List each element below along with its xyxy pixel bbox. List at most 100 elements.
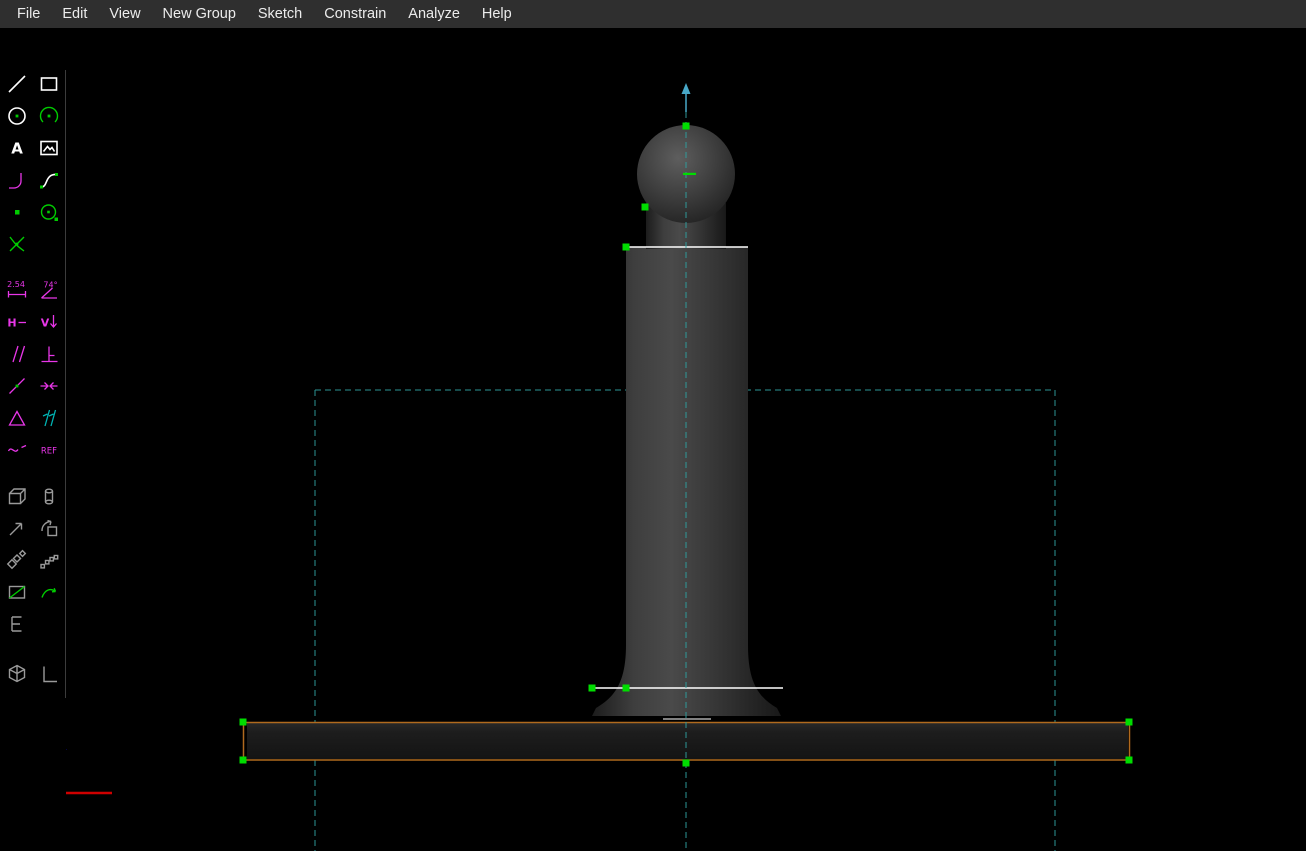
constrain-vertical[interactable]: V [33, 306, 65, 338]
constrain-distance[interactable]: 2.54 [1, 274, 33, 306]
perpendicular-constraint-icon [37, 342, 61, 366]
menu-edit[interactable]: Edit [51, 0, 98, 28]
split-curves-icon [5, 232, 29, 256]
equal-constraint-icon [5, 406, 29, 430]
menu-constrain[interactable]: Constrain [313, 0, 397, 28]
point-flare-left-outer[interactable] [589, 685, 596, 692]
tool-construction[interactable] [33, 196, 65, 228]
menu-new-group[interactable]: New Group [152, 0, 247, 28]
arc-icon [37, 104, 61, 128]
rectangle-icon [37, 72, 61, 96]
point-base-bottom-center[interactable] [683, 760, 690, 767]
extrude-icon [5, 484, 29, 508]
translate-group-icon [5, 516, 29, 540]
svg-text:H: H [7, 317, 16, 330]
constrain-ratio[interactable] [1, 434, 33, 466]
svg-text:2.54: 2.54 [7, 280, 25, 289]
tool-tangent-arc[interactable] [1, 164, 33, 196]
point-cylinder-top-left[interactable] [623, 244, 630, 251]
group-link[interactable] [1, 608, 33, 640]
lathe-icon [37, 484, 61, 508]
text-tool-icon: A [5, 136, 29, 160]
group-step-translate[interactable] [1, 544, 33, 576]
left-toolbar: A 2.54 74° H V [0, 28, 66, 851]
toolbar-section-constraints: 2.54 74° H V REF [0, 274, 66, 466]
workplane-y-arrow [682, 83, 691, 112]
menu-sketch[interactable]: Sketch [247, 0, 313, 28]
tool-datum-point[interactable] [1, 196, 33, 228]
constrain-point-on-line[interactable] [1, 370, 33, 402]
base-plate-face[interactable] [247, 723, 1128, 759]
link-icon [5, 612, 29, 636]
group-rotate[interactable] [33, 512, 65, 544]
point-base-top-left[interactable] [240, 719, 247, 726]
point-base-top-right[interactable] [1126, 719, 1133, 726]
constrain-parallel-normal[interactable] [33, 402, 65, 434]
tool-split-curves[interactable] [1, 228, 33, 260]
group-extrude[interactable] [1, 480, 33, 512]
point-sphere-center-tick[interactable] [683, 173, 696, 175]
point-sphere-top[interactable] [683, 123, 690, 130]
distance-constraint-icon: 2.54 [5, 278, 29, 302]
datum-point-icon [5, 200, 29, 224]
tool-rectangle[interactable] [33, 68, 65, 100]
svg-text:74°: 74° [43, 281, 57, 290]
construction-icon [37, 200, 61, 224]
toolbar-section-views [0, 658, 66, 690]
line-segment-icon [5, 72, 29, 96]
constrain-symmetric[interactable] [33, 370, 65, 402]
sketch-in-plane-icon [5, 580, 29, 604]
menu-file[interactable]: File [6, 0, 51, 28]
ratio-constraint-icon [5, 438, 29, 462]
constrain-horizontal[interactable]: H [1, 306, 33, 338]
tool-image[interactable] [33, 132, 65, 164]
align-workplane-icon [37, 662, 61, 686]
view-isometric[interactable] [1, 658, 33, 690]
vertical-constraint-icon: V [37, 310, 61, 334]
toolbar-section-sketch: A [0, 68, 66, 260]
menu-analyze[interactable]: Analyze [397, 0, 471, 28]
symmetric-constraint-icon [37, 374, 61, 398]
menu-bar: File Edit View New Group Sketch Constrai… [0, 0, 1306, 28]
group-lathe[interactable] [33, 480, 65, 512]
tool-arc[interactable] [33, 100, 65, 132]
point-neck-left[interactable] [642, 204, 649, 211]
parallel-normal-icon [37, 406, 61, 430]
group-step-rotate[interactable] [33, 544, 65, 576]
menu-help[interactable]: Help [471, 0, 523, 28]
point-base-bottom-left[interactable] [240, 757, 247, 764]
main-canvas[interactable] [0, 0, 1306, 851]
bend-arrow-icon [37, 580, 61, 604]
svg-text:V: V [41, 317, 50, 330]
circle-icon [5, 104, 29, 128]
parallel-constraint-icon [5, 342, 29, 366]
group-sketch-in-plane[interactable] [1, 576, 33, 608]
svg-text:REF: REF [41, 447, 57, 457]
angle-constraint-icon: 74° [37, 278, 61, 302]
step-rotate-icon [37, 548, 61, 572]
rotate-group-icon [37, 516, 61, 540]
toolbar-divider [65, 70, 66, 698]
group-translate[interactable] [1, 512, 33, 544]
menu-view[interactable]: View [98, 0, 151, 28]
tool-bezier[interactable] [33, 164, 65, 196]
point-flare-left-inner[interactable] [623, 685, 630, 692]
constrain-reference[interactable]: REF [33, 434, 65, 466]
horizontal-constraint-icon: H [5, 310, 29, 334]
workplane-arrow-head [682, 83, 691, 94]
constrain-perpendicular[interactable] [33, 338, 65, 370]
toolbar-section-groups [0, 480, 66, 640]
constrain-angle[interactable]: 74° [33, 274, 65, 306]
group-bend[interactable] [33, 576, 65, 608]
isometric-view-icon [5, 662, 29, 686]
tangent-arc-icon [5, 168, 29, 192]
view-align-workplane[interactable] [33, 658, 65, 690]
constrain-equal[interactable] [1, 402, 33, 434]
tool-text[interactable]: A [1, 132, 33, 164]
tool-circle[interactable] [1, 100, 33, 132]
tool-line-segment[interactable] [1, 68, 33, 100]
constrain-parallel[interactable] [1, 338, 33, 370]
svg-text:A: A [11, 140, 23, 158]
reference-constraint-icon: REF [37, 438, 61, 462]
point-base-bottom-right[interactable] [1126, 757, 1133, 764]
